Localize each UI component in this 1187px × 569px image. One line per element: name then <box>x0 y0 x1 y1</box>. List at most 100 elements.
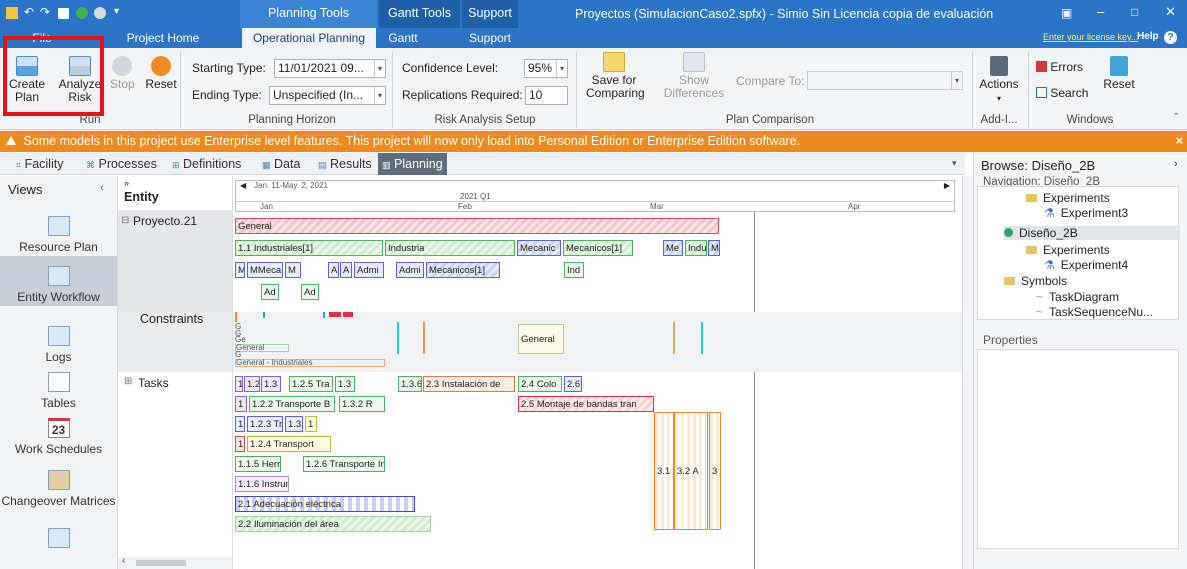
panel-splitter[interactable] <box>962 176 973 569</box>
gantt-bar[interactable]: Industria <box>385 240 515 256</box>
windows-reset-button[interactable]: Reset <box>1102 56 1136 91</box>
tree-item-symbols[interactable]: Symbols <box>1004 274 1067 288</box>
tree-item-diseno-2b[interactable]: Diseño_2B <box>1004 226 1180 240</box>
task-bar[interactable]: 1.3.6 <box>398 376 422 392</box>
task-bar[interactable]: 3.2 A <box>674 412 708 530</box>
gantt-bar[interactable]: Me <box>663 240 683 256</box>
minimize-icon[interactable]: – <box>1097 4 1104 19</box>
view-tables[interactable]: Tables <box>0 372 117 410</box>
ribbon-collapse-icon[interactable]: ⌃ <box>1172 112 1180 123</box>
tab-facility[interactable]: ⌗ Facility <box>16 153 63 175</box>
ending-type-combo[interactable]: Unspecified (In... ▾ <box>269 86 386 105</box>
gantt-bar[interactable]: MMeca <box>247 262 283 278</box>
task-bar[interactable]: 1.3 <box>285 416 303 432</box>
save-for-comparing-button[interactable]: Save for Comparing <box>586 52 645 100</box>
task-bar[interactable]: 1.1.6 Instrum <box>235 476 289 492</box>
tree-item-experiment3[interactable]: ⚗ Experiment3 <box>1044 206 1128 220</box>
task-bar[interactable]: 2.4 Colo <box>518 376 562 392</box>
task-bar[interactable]: 1.1 <box>235 416 245 432</box>
gantt-bar[interactable]: A <box>328 262 339 278</box>
scroll-thumb[interactable] <box>136 560 186 566</box>
gantt-bar[interactable]: Ad <box>301 284 319 300</box>
tab-operational-planning[interactable]: Operational Planning <box>242 28 376 48</box>
tree-item-taskdiagram[interactable]: ~ TaskDiagram <box>1036 290 1119 304</box>
view-work-schedules[interactable]: 23 Work Schedules <box>0 418 117 456</box>
view-changeover-matrices[interactable]: Changeover Matrices <box>0 470 117 508</box>
gantt-bar-general[interactable]: General <box>235 218 719 234</box>
confidence-level-combo[interactable]: 95% ▾ <box>524 59 568 78</box>
task-bar[interactable]: 2.6 <box>564 376 582 392</box>
scroll-left-icon[interactable]: ‹ <box>122 555 125 566</box>
horizontal-scrollbar[interactable]: ‹ <box>118 555 232 569</box>
task-bar[interactable]: 3.1 <box>654 412 674 530</box>
qat-dropdown-icon[interactable]: ▾ <box>114 6 119 17</box>
gantt-bar[interactable]: M <box>235 262 245 278</box>
stop-icon[interactable] <box>94 7 106 19</box>
task-bar[interactable]: 1.2.4 Transport <box>247 436 331 452</box>
task-bar[interactable]: 1.3 <box>261 376 281 392</box>
compare-to-combo[interactable]: ▾ <box>807 71 963 90</box>
gantt-bar[interactable]: Indust <box>685 240 707 256</box>
task-bar[interactable]: 2.1 Adecuación eléctrica <box>235 496 415 512</box>
collapse-views-icon[interactable]: ‹ <box>100 182 104 194</box>
tree-item-experiments[interactable]: Experiments <box>1026 243 1110 257</box>
task-bar[interactable]: 1 <box>235 376 243 392</box>
task-bar[interactable]: 1.2.2 Transporte B <box>249 396 335 412</box>
tab-dropdown-icon[interactable]: ▾ <box>952 158 957 169</box>
actions-button[interactable]: Actions ▾ <box>978 56 1020 105</box>
entity-proyecto-row[interactable]: ⊟ Proyecto.21 <box>118 210 232 312</box>
undo-icon[interactable]: ↶ <box>24 5 34 19</box>
task-bar[interactable]: 2.2 Iluminación del área <box>235 516 431 532</box>
app-icon[interactable] <box>6 7 18 19</box>
save-icon[interactable] <box>58 8 69 19</box>
tab-results[interactable]: ▤ Results <box>318 153 372 175</box>
task-bar[interactable]: 2.3 Instalación de <box>423 376 515 392</box>
help-icon[interactable]: ? <box>1164 31 1177 44</box>
gantt-bar[interactable]: Ind <box>564 262 584 278</box>
task-bar[interactable]: 2.5 Montaje de bandas tran <box>518 396 654 412</box>
gantt-bar[interactable]: Admi <box>354 262 384 278</box>
task-bar[interactable]: 3 <box>709 412 721 530</box>
tab-planning[interactable]: ▥ Planning <box>378 153 447 175</box>
view-resource-plan[interactable]: Resource Plan <box>0 216 117 254</box>
gantt-bar[interactable]: A <box>340 262 352 278</box>
tab-definitions[interactable]: ⊞ Definitions <box>172 153 241 175</box>
help-menu[interactable]: Help <box>1137 31 1159 42</box>
task-bar[interactable]: 1.3 <box>335 376 355 392</box>
task-bar[interactable]: 1 <box>235 396 247 412</box>
chevron-right-icon[interactable]: › <box>1174 158 1178 170</box>
close-warning-icon[interactable]: × <box>1176 131 1183 152</box>
close-icon[interactable]: ✕ <box>1165 4 1176 20</box>
tree-item-experiments[interactable]: Experiments <box>1026 191 1110 205</box>
search-button[interactable]: Search <box>1036 86 1088 100</box>
task-bar[interactable]: 1.1.5 Herr <box>235 456 281 472</box>
tab-data[interactable]: ▦ Data <box>262 153 300 175</box>
gantt-bar[interactable]: M <box>285 262 301 278</box>
tab-gantt[interactable]: Gantt <box>382 28 424 48</box>
gantt-bar[interactable]: M <box>708 240 720 256</box>
gantt-bar[interactable]: Mecanic <box>517 240 561 256</box>
starting-type-combo[interactable]: 11/01/2021 09... ▾ <box>274 59 386 78</box>
constraint-general-bar[interactable]: General <box>518 324 564 354</box>
gantt-bar[interactable]: Mecanicos[1] <box>426 262 500 278</box>
task-bar[interactable]: 1.2.5 Tra <box>289 376 333 392</box>
show-differences-button[interactable]: Show Differences <box>662 52 726 100</box>
task-bar[interactable]: 1.2 <box>244 376 260 392</box>
chevron-down-icon[interactable]: ▾ <box>374 87 385 104</box>
gantt-bar[interactable]: Mecanicos[1] <box>563 240 633 256</box>
gantt-bar[interactable]: 1.1 Industriales[1] <box>235 240 383 256</box>
tree-item-tasksequence[interactable]: ~ TaskSequenceNu... <box>1036 305 1153 319</box>
chevron-down-icon[interactable]: ▾ <box>556 60 567 77</box>
errors-button[interactable]: Errors <box>1036 60 1083 74</box>
timeline-forward-icon[interactable]: ▶ <box>944 181 950 190</box>
chevron-down-icon[interactable]: ▾ <box>951 72 962 89</box>
task-bar[interactable]: 1.2.6 Transporte In <box>303 456 385 472</box>
collapse-icon[interactable]: ⊟ <box>121 215 129 226</box>
task-bar[interactable]: 1 <box>235 436 245 452</box>
reset-button[interactable]: Reset <box>144 56 178 91</box>
tree-item-experiment4[interactable]: ⚗ Experiment4 <box>1044 258 1128 272</box>
tab-support[interactable]: Support <box>462 28 518 48</box>
task-bar[interactable]: 1 <box>305 416 317 432</box>
stop-button[interactable]: Stop <box>110 56 135 91</box>
timeline-back-icon[interactable]: ◀ <box>240 181 246 190</box>
